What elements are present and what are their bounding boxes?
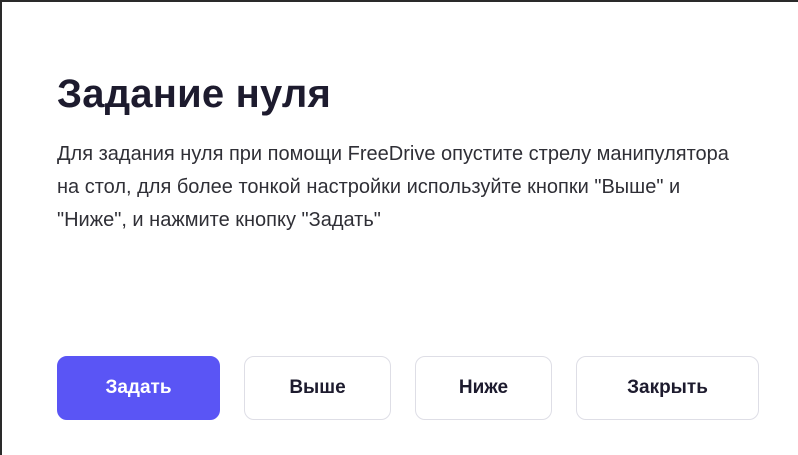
close-button[interactable]: Закрыть [576, 356, 759, 420]
zero-setup-dialog: Задание нуля Для задания нуля при помощи… [57, 66, 777, 237]
down-button[interactable]: Ниже [415, 356, 552, 420]
dialog-actions: Задать Выше Ниже Закрыть [57, 356, 759, 420]
set-button[interactable]: Задать [57, 356, 220, 420]
up-button[interactable]: Выше [244, 356, 391, 420]
dialog-title: Задание нуля [57, 72, 332, 116]
dialog-message: Для задания нуля при помощи FreeDrive оп… [57, 143, 729, 231]
dialog-window: Задание нуля Для задания нуля при помощи… [0, 0, 798, 455]
